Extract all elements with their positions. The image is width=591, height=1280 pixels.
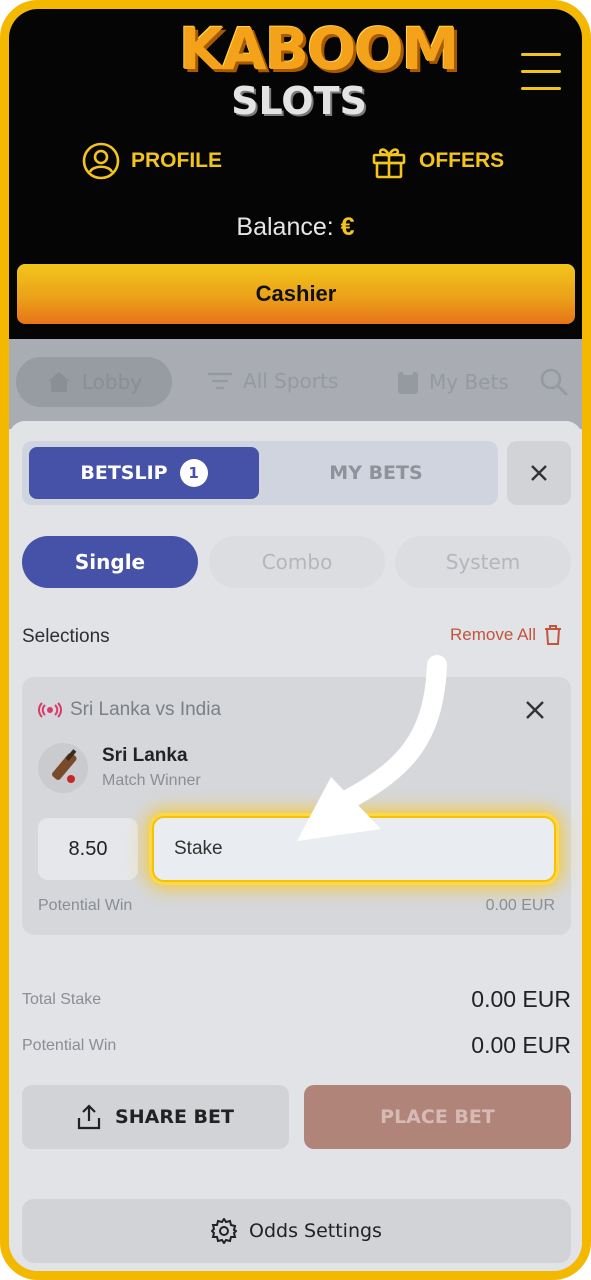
live-broadcast-icon: [38, 702, 62, 718]
bet-type-single[interactable]: Single: [22, 536, 198, 588]
total-stake-label: Total Stake: [22, 991, 102, 1008]
match-row: Sri Lanka vs India: [38, 699, 221, 721]
nav-all-sports[interactable]: All Sports: [207, 369, 338, 393]
offers-label: OFFERS: [419, 149, 505, 172]
filter-icon: [208, 372, 232, 390]
tab-betslip-label: BETSLIP: [80, 462, 168, 484]
tab-my-bets[interactable]: MY BETS: [260, 447, 492, 499]
match-name: Sri Lanka vs India: [70, 699, 222, 720]
remove-all-button[interactable]: Remove All: [450, 625, 562, 645]
gift-icon: [372, 148, 406, 179]
kaboom-slots-logo[interactable]: KABOOM SLOTS: [179, 15, 459, 127]
home-icon: [47, 372, 70, 392]
cashier-button[interactable]: Cashier: [17, 264, 575, 324]
selection-team: Sri Lanka: [102, 745, 188, 766]
cricket-bat-icon: [38, 743, 88, 793]
potential-win-value: 0.00 EUR: [471, 1032, 571, 1058]
nav-my-bets[interactable]: My Bets: [397, 369, 509, 395]
nav-lobby-label: Lobby: [81, 370, 143, 394]
close-betslip-button[interactable]: [507, 441, 571, 505]
nav-lobby[interactable]: Lobby: [16, 357, 172, 407]
share-bet-label: SHARE BET: [115, 1106, 234, 1128]
balance-currency: €: [340, 213, 355, 241]
bet-type-system[interactable]: System: [395, 536, 571, 588]
selections-heading: Selections: [22, 626, 110, 647]
total-stake-value: 0.00 EUR: [471, 986, 571, 1012]
profile-link[interactable]: PROFILE: [81, 141, 222, 181]
logo-text-bottom: SLOTS: [231, 79, 367, 123]
search-icon[interactable]: [539, 367, 569, 397]
balance-label: Balance:: [236, 213, 334, 241]
betslip-count-badge: 1: [179, 459, 208, 487]
selection-market: Match Winner: [102, 772, 201, 789]
betslip-panel: BETSLIP 1 MY BETS Single Combo System Se…: [9, 421, 582, 1271]
tab-betslip[interactable]: BETSLIP 1: [29, 447, 259, 499]
odds-settings-button[interactable]: Odds Settings: [22, 1199, 571, 1263]
place-bet-button[interactable]: PLACE BET: [304, 1085, 571, 1149]
selection-card: Sri Lanka vs India Sri Lanka Match Winne…: [22, 677, 571, 935]
remove-all-label: Remove All: [450, 625, 536, 644]
sportsbook-nav: Lobby All Sports My Bets: [9, 339, 582, 429]
hamburger-menu-icon[interactable]: [521, 53, 563, 97]
gear-icon: [211, 1218, 238, 1244]
logo-text-top: KABOOM: [179, 15, 459, 83]
profile-label: PROFILE: [131, 149, 223, 172]
odds-settings-label: Odds Settings: [249, 1220, 382, 1242]
selection-odds: 8.50: [38, 818, 138, 880]
clipboard-icon: [398, 369, 418, 394]
stake-input[interactable]: [152, 816, 556, 882]
trash-icon: [544, 625, 561, 645]
nav-my-bets-label: My Bets: [429, 370, 509, 394]
selection-potential-win-value: 0.00 EUR: [485, 897, 555, 914]
betslip-tabs: BETSLIP 1 MY BETS: [22, 441, 498, 505]
offers-link[interactable]: OFFERS: [369, 141, 504, 181]
close-icon: [531, 465, 547, 481]
user-circle-icon: [82, 142, 120, 180]
share-bet-button[interactable]: SHARE BET: [22, 1085, 289, 1149]
nav-all-sports-label: All Sports: [243, 369, 339, 393]
share-icon: [77, 1104, 101, 1130]
potential-win-label: Potential Win: [22, 1037, 117, 1054]
site-header: KABOOM SLOTS PROFILE OFFERS Balance: € C…: [9, 9, 582, 339]
bet-type-combo[interactable]: Combo: [209, 536, 385, 588]
balance-display: Balance: €: [9, 213, 582, 242]
phone-frame: KABOOM SLOTS PROFILE OFFERS Balance: € C…: [0, 0, 591, 1280]
selection-potential-win-label: Potential Win: [38, 897, 133, 914]
remove-selection-icon[interactable]: [522, 697, 548, 723]
